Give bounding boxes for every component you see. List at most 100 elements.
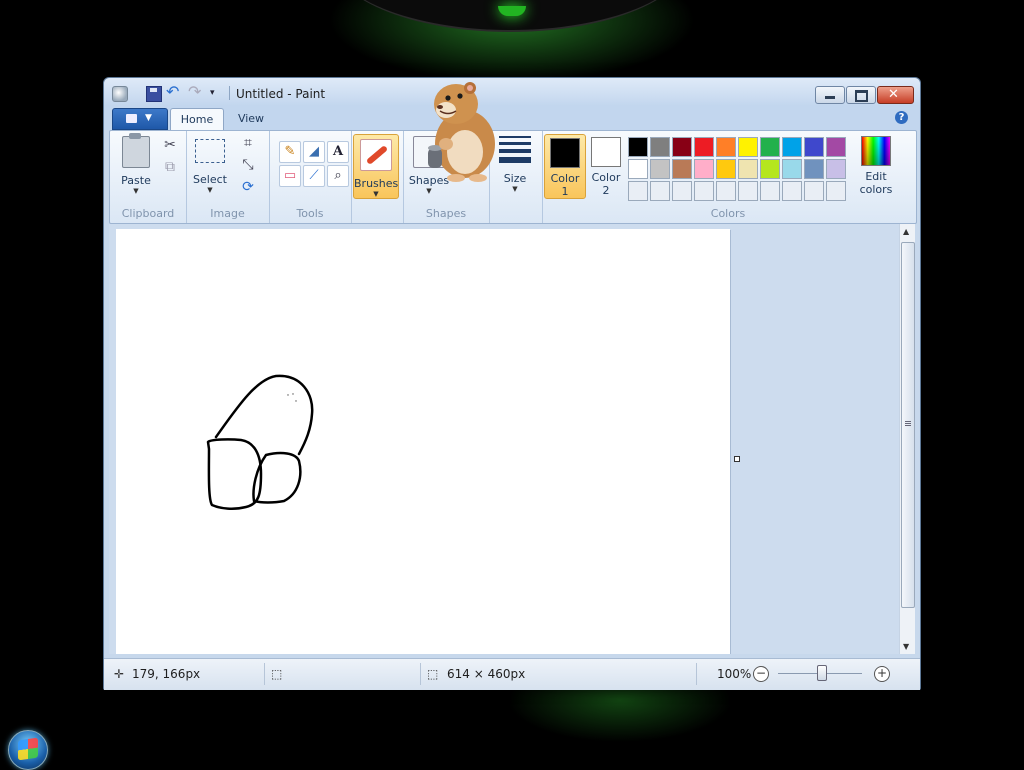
scroll-up-icon[interactable]: ▲ <box>903 227 909 236</box>
scrollbar-thumb[interactable] <box>901 242 915 608</box>
brushes-label: Brushes <box>354 177 399 190</box>
edit-colors-button[interactable]: Edit colors <box>856 134 896 196</box>
selection-size-icon: ⬚ <box>271 667 283 681</box>
undo-icon[interactable]: ↶ <box>166 84 180 100</box>
image-group-label: Image <box>210 207 245 220</box>
palette-swatch[interactable] <box>716 181 736 201</box>
palette-swatch[interactable] <box>628 159 648 179</box>
start-button[interactable] <box>8 730 48 770</box>
chevron-down-icon: ▼ <box>207 186 213 194</box>
title-separator <box>229 86 230 100</box>
palette-swatch[interactable] <box>782 181 802 201</box>
tab-home[interactable]: Home <box>170 108 224 131</box>
palette-swatch[interactable] <box>694 181 714 201</box>
paste-button[interactable]: Paste ▼ <box>116 133 156 195</box>
scroll-down-icon[interactable]: ▼ <box>903 642 909 651</box>
clipboard-group: Paste ▼ ✂ ⧉ Clipboard <box>110 131 187 223</box>
palette-swatch[interactable] <box>760 137 780 157</box>
magnifier-icon[interactable]: ⌕ <box>327 165 349 187</box>
hamster-desktop-pet[interactable] <box>418 78 508 183</box>
colors-group-label: Colors <box>710 207 746 220</box>
copy-icon[interactable]: ⧉ <box>160 157 180 177</box>
palette-swatch[interactable] <box>782 137 802 157</box>
paint-app-icon[interactable] <box>112 86 128 102</box>
vertical-scrollbar[interactable]: ▲ ▼ <box>899 224 915 654</box>
brush-icon <box>360 139 392 171</box>
palette-swatch[interactable] <box>738 181 758 201</box>
palette-swatch[interactable] <box>716 159 736 179</box>
palette-swatch[interactable] <box>672 181 692 201</box>
close-button[interactable]: ✕ <box>877 86 914 104</box>
chevron-down-icon: ▼ <box>133 187 139 195</box>
zoom-out-button[interactable]: − <box>753 666 769 682</box>
palette-swatch[interactable] <box>826 159 846 179</box>
color2-number: 2 <box>602 184 610 197</box>
eraser-icon[interactable]: ▭ <box>279 165 301 187</box>
help-icon[interactable]: ? <box>895 111 908 124</box>
drawing-canvas[interactable] <box>116 229 730 654</box>
desktop-top-gadget <box>330 0 690 32</box>
palette-swatch[interactable] <box>760 181 780 201</box>
save-icon[interactable] <box>146 86 162 102</box>
maximize-icon <box>855 90 868 102</box>
chevron-down-icon: ▼ <box>512 185 518 193</box>
palette-swatch[interactable] <box>782 159 802 179</box>
maximize-button[interactable] <box>846 86 876 104</box>
palette-swatch[interactable] <box>628 181 648 201</box>
status-divider <box>420 663 421 685</box>
palette-swatch[interactable] <box>738 137 758 157</box>
zoom-in-button[interactable]: + <box>874 666 890 682</box>
palette-swatch[interactable] <box>760 159 780 179</box>
select-icon <box>195 139 225 163</box>
palette-swatch[interactable] <box>826 181 846 201</box>
canvas-size-icon: ⬚ <box>427 667 439 681</box>
redo-icon[interactable]: ↷ <box>188 84 202 100</box>
palette-swatch[interactable] <box>804 181 824 201</box>
palette-swatch[interactable] <box>804 159 824 179</box>
palette-swatch[interactable] <box>694 137 714 157</box>
color2-button[interactable]: Color 2 <box>586 134 626 197</box>
palette-swatch[interactable] <box>650 181 670 201</box>
select-button[interactable]: Select ▼ <box>192 139 228 194</box>
edit-colors-icon <box>861 136 891 166</box>
tab-view[interactable]: View <box>226 108 276 130</box>
color1-button[interactable]: Color 1 <box>544 134 586 199</box>
text-icon[interactable]: A <box>327 141 349 163</box>
resize-icon[interactable]: ⤡ <box>238 155 258 175</box>
color1-swatch <box>550 138 580 168</box>
crop-icon[interactable]: ⌗ <box>238 133 258 153</box>
zoom-slider-thumb[interactable] <box>817 665 827 681</box>
fill-icon[interactable]: ◢ <box>303 141 325 163</box>
cut-icon[interactable]: ✂ <box>160 135 180 155</box>
color-picker-icon[interactable]: ⟋ <box>303 165 325 187</box>
palette-swatch[interactable] <box>694 159 714 179</box>
canvas-resize-handle[interactable] <box>734 456 740 462</box>
palette-swatch[interactable] <box>826 137 846 157</box>
palette-swatch[interactable] <box>628 137 648 157</box>
palette-swatch[interactable] <box>650 137 670 157</box>
pencil-icon[interactable]: ✎ <box>279 141 301 163</box>
rotate-icon[interactable]: ⟳ <box>238 177 258 197</box>
palette-swatch[interactable] <box>672 159 692 179</box>
paint-menu-icon <box>126 114 137 123</box>
shapes-group-label: Shapes <box>425 207 467 220</box>
palette-swatch[interactable] <box>738 159 758 179</box>
select-label: Select <box>193 173 227 186</box>
title-bar[interactable]: ↶ ↷ ▾ Untitled - Paint ✕ <box>104 78 920 106</box>
brushes-group: Brushes ▼ <box>351 131 404 223</box>
palette-swatch[interactable] <box>672 137 692 157</box>
ribbon: Paste ▼ ✂ ⧉ Clipboard Select ▼ ⌗ ⤡ ⟳ Ima… <box>109 130 917 224</box>
paint-menu-button[interactable]: ▼ <box>112 108 168 130</box>
palette-swatch[interactable] <box>716 137 736 157</box>
edit-colors-label-2: colors <box>859 183 893 196</box>
tools-group: ✎ ◢ A ▭ ⟋ ⌕ Tools <box>269 131 352 223</box>
brushes-button[interactable]: Brushes ▼ <box>353 134 399 199</box>
cursor-position-icon: ✛ <box>114 667 125 681</box>
status-bar: ✛ 179, 166px ⬚ ⬚ 614 × 460px 100% − + <box>104 658 920 690</box>
close-icon: ✕ <box>888 87 899 102</box>
minimize-button[interactable] <box>815 86 845 104</box>
palette-swatch[interactable] <box>804 137 824 157</box>
palette-swatch[interactable] <box>650 159 670 179</box>
customize-quick-access-icon[interactable]: ▾ <box>210 86 224 100</box>
edit-colors-label: Edit <box>865 170 887 183</box>
